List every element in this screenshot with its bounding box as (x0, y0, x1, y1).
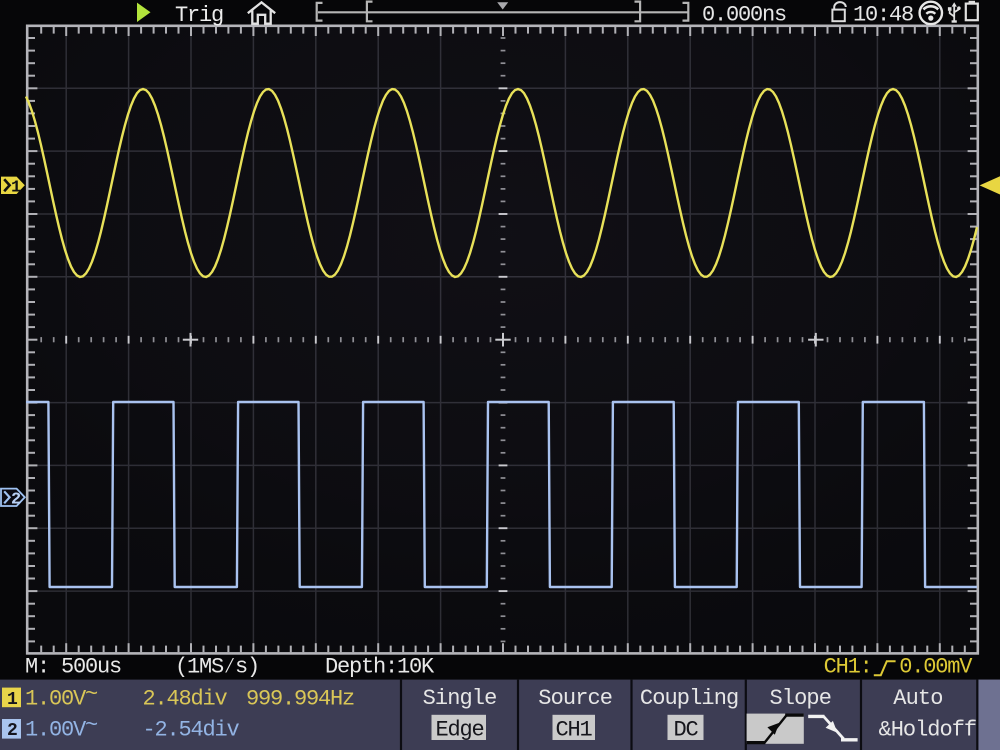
svg-text:Auto: Auto (893, 686, 942, 711)
svg-text:CH1:: CH1: (824, 654, 872, 679)
svg-text:Source: Source (538, 686, 612, 711)
svg-text:Depth:10K: Depth:10K (325, 654, 435, 679)
svg-text:Single: Single (423, 686, 497, 711)
svg-text:M: 500us: M: 500us (25, 654, 121, 679)
svg-text:DC: DC (674, 718, 699, 743)
svg-text:999.994Hz: 999.994Hz (246, 686, 354, 711)
svg-text:2: 2 (11, 491, 21, 510)
svg-text:&Holdoff: &Holdoff (879, 718, 977, 743)
svg-text:2: 2 (7, 721, 18, 741)
svg-text:2.48div: 2.48div (143, 686, 228, 711)
svg-text:10:48: 10:48 (853, 2, 913, 27)
svg-text:-2.54div: -2.54div (143, 718, 240, 743)
svg-text:Trig: Trig (175, 3, 223, 28)
svg-text:1: 1 (11, 179, 21, 198)
svg-text:Edge: Edge (436, 718, 484, 743)
svg-text:Slope: Slope (770, 686, 832, 711)
svg-text:0.000ns: 0.000ns (702, 2, 786, 27)
svg-text:0.00mV: 0.00mV (899, 654, 973, 679)
svg-text:Coupling: Coupling (640, 686, 738, 711)
svg-text:CH1: CH1 (556, 718, 593, 743)
svg-text:(1MS∕s): (1MS∕s) (175, 654, 259, 679)
svg-text:1: 1 (7, 690, 18, 710)
